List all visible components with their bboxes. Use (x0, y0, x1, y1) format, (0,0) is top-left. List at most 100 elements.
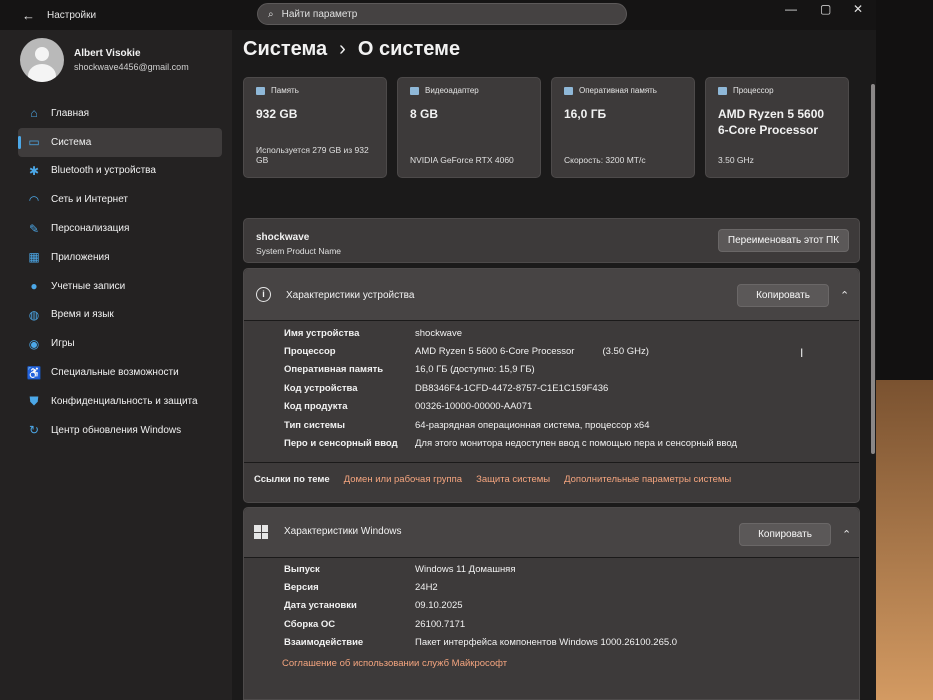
sidebar-item[interactable]: ◉ Игры (18, 329, 222, 358)
windows-logo-icon (254, 525, 268, 539)
bluetooth-icon: ✱ (28, 163, 40, 178)
summary-card: Процессор AMD Ryzen 5 5600 6-Core Process… (705, 77, 849, 178)
sidebar-item-label: Игры (51, 338, 75, 350)
spec-value: 24H2 (415, 582, 438, 594)
sidebar-nav: ⌂ Главная ▭ Система ✱ Bluetooth и устройства ◠… (18, 99, 222, 445)
card-title: Видеоадаптер (425, 86, 479, 95)
spec-value: DB8346F4-1CFD-4472-8757-C1E1C159F436 (415, 382, 609, 394)
avatar (20, 38, 64, 82)
sidebar-item-label: Специальные возможности (51, 367, 179, 379)
card-value: 932 GB (256, 107, 298, 121)
brush-icon: ✎ (28, 221, 40, 236)
sidebar-item[interactable]: ◠ Сеть и Интернет (18, 185, 222, 214)
windows-specs-header[interactable]: Характеристики Windows Копировать ⌃ (244, 508, 859, 558)
hardware-icon (564, 86, 573, 95)
card-title: Процессор (733, 86, 774, 95)
link-system-protection[interactable]: Защита системы (476, 474, 550, 485)
wifi-icon: ◠ (28, 192, 40, 207)
sidebar-item-label: Учетные записи (51, 280, 126, 292)
related-links: Ссылки по теме Домен или рабочая группа … (254, 474, 731, 485)
spec-value: 00326-10000-00000-AA071 (415, 401, 533, 413)
spec-row: Дата установки 09.10.2025 (284, 597, 677, 615)
chevron-up-icon[interactable]: ⌃ (840, 289, 849, 302)
spec-value: Пакет интерфейса компонентов Windows 100… (415, 637, 678, 649)
sidebar-item[interactable]: ● Учетные записи (18, 272, 222, 301)
settings-window: ← Настройки ⌕ Найти параметр — ▢ ✕ Alber… (0, 0, 876, 700)
spec-extra: (3.50 GHz) (602, 346, 649, 358)
spec-row: Версия 24H2 (284, 578, 677, 596)
sidebar-item-label: Время и язык (51, 309, 114, 321)
rename-pc-button[interactable]: Переименовать этот ПК (718, 229, 849, 252)
sidebar-item[interactable]: ↻ Центр обновления Windows (18, 416, 222, 445)
windows-specs-title: Характеристики Windows (284, 526, 402, 537)
divider (244, 462, 859, 463)
globe-icon: ◍ (28, 307, 40, 322)
link-microsoft-services-agreement[interactable]: Соглашение об использовании служб Майкро… (282, 658, 507, 669)
link-domain-workgroup[interactable]: Домен или рабочая группа (344, 474, 462, 485)
sidebar-item-label: Сеть и Интернет (51, 194, 129, 206)
spec-value: 16,0 ГБ (доступно: 15,9 ГБ) (415, 364, 535, 376)
summary-card: Оперативная память 16,0 ГБ Скорость: 3200 … (551, 77, 695, 178)
spec-label: Выпуск (284, 563, 320, 575)
sidebar-item[interactable]: ✱ Bluetooth и устройства (18, 157, 222, 186)
search-icon: ⌕ (268, 8, 274, 20)
maximize-button[interactable]: ▢ (820, 2, 831, 16)
user-profile[interactable]: Albert Visokie shockwave4456@gmail.com (20, 38, 189, 82)
summary-card: Память 932 GB Используется 279 GB из 932 G… (243, 77, 387, 178)
spec-value: Для этого монитора недоступен ввод с пом… (415, 438, 737, 450)
sidebar-item[interactable]: ✎ Персонализация (18, 214, 222, 243)
scrollbar[interactable] (871, 84, 875, 454)
sidebar-item[interactable]: ▦ Приложения (18, 243, 222, 272)
close-button[interactable]: ✕ (853, 2, 863, 16)
sidebar-item-label: Bluetooth и устройства (51, 165, 156, 177)
sidebar-item[interactable]: ◍ Время и язык (18, 301, 222, 330)
chevron-up-icon[interactable]: ⌃ (842, 528, 851, 541)
sidebar-item[interactable]: ▭ Система (18, 127, 222, 157)
spec-label: Оперативная память (284, 364, 384, 376)
card-value: 16,0 ГБ (564, 107, 607, 121)
copy-windows-specs-button[interactable]: Копировать (739, 523, 831, 546)
spec-label: Имя устройства (284, 327, 360, 339)
breadcrumb: Система › О системе (243, 38, 460, 61)
screen-bezel (876, 0, 933, 700)
device-specs-title: Характеристики устройства (286, 290, 415, 301)
monitor-icon: ▭ (28, 135, 40, 150)
spec-label: Процессор (284, 346, 336, 358)
card-subtitle: 3.50 GHz (718, 155, 754, 165)
search-placeholder: Найти параметр (281, 8, 358, 20)
sidebar-item-label: Конфиденциальность и защита (51, 395, 198, 407)
spec-row: Выпуск Windows 11 Домашняя (284, 560, 677, 578)
breadcrumb-separator: › (339, 38, 346, 60)
link-advanced-system-settings[interactable]: Дополнительные параметры системы (564, 474, 731, 485)
user-email: shockwave4456@gmail.com (74, 62, 189, 72)
spec-row: Взаимодействие Пакет интерфейса компонент… (284, 634, 677, 652)
spec-row: Имя устройства shockwave (284, 324, 737, 342)
sidebar-item-label: Приложения (51, 251, 110, 263)
copy-device-specs-button[interactable]: Копировать (737, 284, 829, 307)
spec-value: Windows 11 Домашняя (415, 563, 516, 575)
back-button[interactable]: ← (22, 8, 35, 23)
sidebar-item-label: Главная (51, 107, 90, 119)
device-specs-header[interactable]: i Характеристики устройства Копировать ⌃ (244, 269, 859, 321)
accessibility-icon: ♿ (26, 365, 42, 380)
shield-icon: ⛊ (29, 393, 39, 408)
card-title: Память (271, 86, 299, 95)
spec-label: Перо и сенсорный ввод (284, 438, 398, 450)
breadcrumb-parent[interactable]: Система (243, 38, 327, 61)
sidebar-item[interactable]: ⌂ Главная (18, 99, 222, 128)
minimize-button[interactable]: — (785, 2, 797, 16)
info-icon: i (256, 287, 271, 302)
card-value: AMD Ryzen 5 5600 6-Core Processor (718, 107, 825, 138)
spec-row: Перо и сенсорный ввод Для этого монитора … (284, 434, 737, 452)
search-input[interactable]: ⌕ Найти параметр (257, 3, 627, 25)
spec-row: Тип системы 64-разрядная операционная сис… (284, 416, 737, 434)
sidebar-item-label: Центр обновления Windows (51, 424, 182, 436)
text-cursor-icon: I (800, 346, 804, 360)
spec-label: Тип системы (284, 419, 346, 431)
card-title: Оперативная память (579, 86, 657, 95)
sidebar-item[interactable]: ♿ Специальные возможности (18, 358, 222, 387)
spec-label: Взаимодействие (284, 637, 364, 649)
sidebar-item[interactable]: ⛊ Конфиденциальность и защита (18, 387, 222, 416)
device-name-panel: shockwave System Product Name Переименов… (243, 218, 860, 263)
summary-card: Видеоадаптер 8 GB NVIDIA GeForce RTX 4060 (397, 77, 541, 178)
